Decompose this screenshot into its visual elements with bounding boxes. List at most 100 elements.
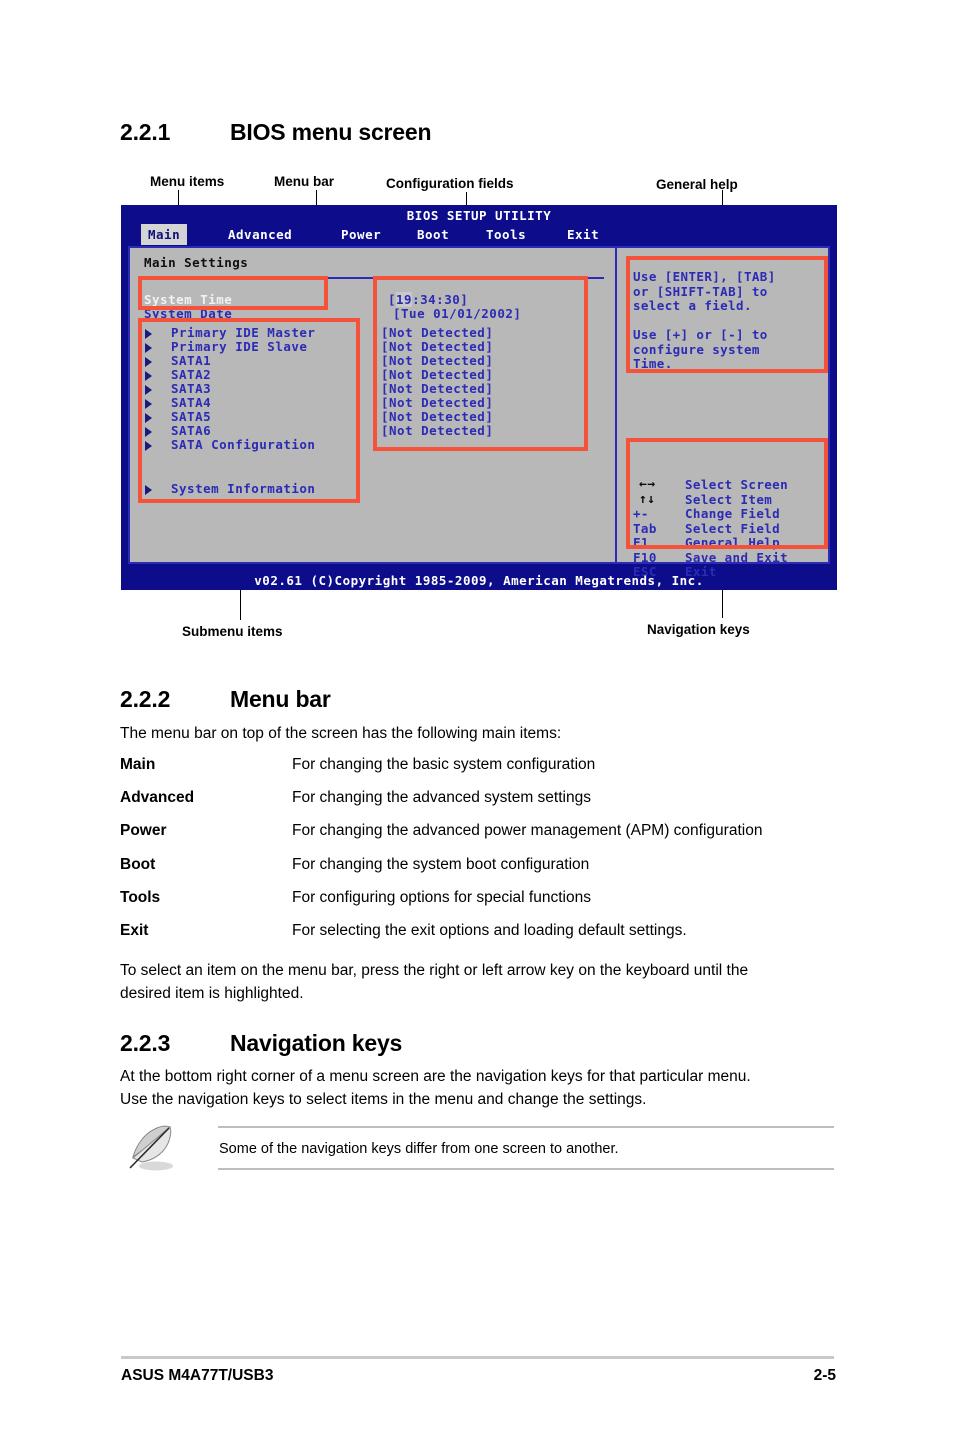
nav-key-row: F10 Save and Exit xyxy=(633,549,789,566)
section-title-223: Navigation keys xyxy=(230,1030,403,1056)
callout-submenu-items: Submenu items xyxy=(182,624,283,639)
submenu-arrow-icon xyxy=(145,399,152,409)
value-primary-ide-slave: [Not Detected] xyxy=(381,339,494,354)
tab-main[interactable]: Main xyxy=(141,224,188,245)
menu-item-system-information[interactable]: System Information xyxy=(171,481,315,496)
desc-tools: For configuring options for special func… xyxy=(292,889,591,906)
section-title-221: BIOS menu screen xyxy=(230,119,432,145)
bios-body: Main Settings System Time System Date Pr… xyxy=(128,246,830,579)
callout-configuration-fields: Configuration fields xyxy=(386,176,514,191)
menu-item-system-time[interactable]: System Time xyxy=(144,292,232,307)
footer-product-name: ASUS M4A77T/USB3 xyxy=(121,1367,274,1384)
menu-item-sata1[interactable]: SATA1 xyxy=(171,353,211,368)
nav-key-action: Select Item xyxy=(685,491,773,507)
submenu-arrow-icon xyxy=(145,413,152,423)
value-sata3: [Not Detected] xyxy=(381,381,494,396)
general-help-text: Use [ENTER], [TAB] or [SHIFT-TAB] to sel… xyxy=(633,269,776,371)
bios-title: BIOS SETUP UTILITY xyxy=(406,208,552,223)
section-title-222: Menu bar xyxy=(230,686,331,712)
menu-item-primary-ide-master[interactable]: Primary IDE Master xyxy=(171,325,315,340)
footer-page-number: 2-5 xyxy=(813,1367,836,1384)
term-exit: Exit xyxy=(120,922,149,939)
tab-advanced[interactable]: Advanced xyxy=(221,226,299,244)
callout-navigation-keys: Navigation keys xyxy=(647,622,750,637)
menu-bar-outro-line2: desired item is highlighted. xyxy=(120,985,304,1002)
value-sata5: [Not Detected] xyxy=(381,409,494,424)
nav-key-action: General Help xyxy=(685,535,781,550)
nav-key-row: F1 General Help xyxy=(633,535,788,551)
nav-key-label: +- xyxy=(633,506,649,521)
section-number-222: 2.2.2 xyxy=(120,686,171,712)
term-main: Main xyxy=(120,756,156,773)
section-number-221: 2.2.1 xyxy=(120,119,171,145)
panel-heading: Main Settings xyxy=(144,255,249,270)
menu-item-sata2[interactable]: SATA2 xyxy=(171,367,211,382)
value-system-time[interactable]: [19:34:30] xyxy=(388,292,468,307)
bios-right-panel: Use [ENTER], [TAB] or [SHIFT-TAB] to sel… xyxy=(619,248,828,578)
menu-item-sata6[interactable]: SATA6 xyxy=(171,423,211,438)
desc-boot: For changing the system boot configurati… xyxy=(292,856,590,873)
tab-tools[interactable]: Tools xyxy=(479,226,533,244)
menu-item-sata4[interactable]: SATA4 xyxy=(171,395,211,410)
value-system-date[interactable]: [Tue 01/01/2002] xyxy=(393,306,521,321)
note-text: Some of the navigation keys differ from … xyxy=(219,1141,619,1157)
submenu-arrow-icon xyxy=(145,441,152,451)
term-power: Power xyxy=(120,822,167,839)
nav-keys-para-line1: At the bottom right corner of a menu scr… xyxy=(120,1068,751,1085)
note-divider-bottom xyxy=(218,1168,834,1170)
bios-setup-screen: BIOS SETUP UTILITY Main Advanced Power B… xyxy=(121,205,837,590)
bios-copyright: v02.61 (C)Copyright 1985-2009, American … xyxy=(254,573,704,588)
submenu-arrow-icon xyxy=(145,357,152,367)
section-heading-222: 2.2.2 Menu bar xyxy=(120,686,331,713)
submenu-arrow-icon xyxy=(145,385,152,395)
tab-power[interactable]: Power xyxy=(334,226,388,244)
submenu-arrow-icon xyxy=(145,343,152,353)
nav-key-row: ←→ Select Screen xyxy=(633,477,789,493)
callout-menu-items: Menu items xyxy=(150,174,225,189)
value-system-time-hour[interactable]: 19 xyxy=(396,292,413,307)
menu-item-primary-ide-slave[interactable]: Primary IDE Slave xyxy=(171,339,307,354)
note-feather-icon xyxy=(129,1125,173,1171)
nav-key-action: Save and Exit xyxy=(685,549,789,565)
arrow-left-right-icon: ←→ xyxy=(639,477,656,492)
bios-left-panel: Main Settings System Time System Date Pr… xyxy=(130,248,617,562)
nav-key-action: Change Field xyxy=(685,506,781,521)
value-sata6: [Not Detected] xyxy=(381,423,494,438)
manual-page: 2.2.1 BIOS menu screen Menu items Menu ba… xyxy=(0,0,954,1438)
tab-exit[interactable]: Exit xyxy=(560,226,606,244)
section-heading-221: 2.2.1 BIOS menu screen xyxy=(120,119,432,146)
panel-divider xyxy=(140,277,604,279)
callout-menu-bar: Menu bar xyxy=(274,174,335,189)
menu-item-system-date[interactable]: System Date xyxy=(144,306,232,321)
section-heading-223: 2.2.3 Navigation keys xyxy=(120,1030,402,1057)
callout-general-help: General help xyxy=(656,177,738,192)
menu-bar-outro-line1: To select an item on the menu bar, press… xyxy=(120,962,749,979)
section-number-223: 2.2.3 xyxy=(120,1030,171,1056)
desc-advanced: For changing the advanced system setting… xyxy=(292,789,591,806)
term-boot: Boot xyxy=(120,856,156,873)
arrow-up-down-icon: ↑↓ xyxy=(639,491,656,507)
value-primary-ide-master: [Not Detected] xyxy=(381,325,494,340)
value-sata1: [Not Detected] xyxy=(381,353,494,368)
menu-bar-intro: The menu bar on top of the screen has th… xyxy=(120,725,562,742)
submenu-arrow-icon xyxy=(145,485,152,495)
submenu-arrow-icon xyxy=(145,329,152,339)
tab-boot[interactable]: Boot xyxy=(410,226,456,244)
desc-exit: For selecting the exit options and loadi… xyxy=(292,922,687,939)
note-divider-top xyxy=(218,1126,834,1128)
menu-item-sata-configuration[interactable]: SATA Configuration xyxy=(171,437,315,452)
menu-item-sata5[interactable]: SATA5 xyxy=(171,409,211,424)
value-sata4: [Not Detected] xyxy=(381,395,494,410)
nav-key-action: Select Screen xyxy=(685,477,789,492)
nav-key-row: +- Change Field xyxy=(633,506,788,522)
nav-key-row: ↑↓ Select Item xyxy=(633,491,788,508)
nav-key-label: F10 xyxy=(633,549,657,565)
value-sata2: [Not Detected] xyxy=(381,367,494,382)
term-tools: Tools xyxy=(120,889,161,906)
submenu-arrow-icon xyxy=(145,427,152,437)
term-advanced: Advanced xyxy=(120,789,195,806)
nav-key-row: Tab Select Field xyxy=(633,521,788,537)
menu-item-sata3[interactable]: SATA3 xyxy=(171,381,211,396)
nav-keys-para-line2: Use the navigation keys to select items … xyxy=(120,1091,647,1108)
bios-menu-bar: Main Advanced Power Boot Tools Exit xyxy=(121,224,837,245)
